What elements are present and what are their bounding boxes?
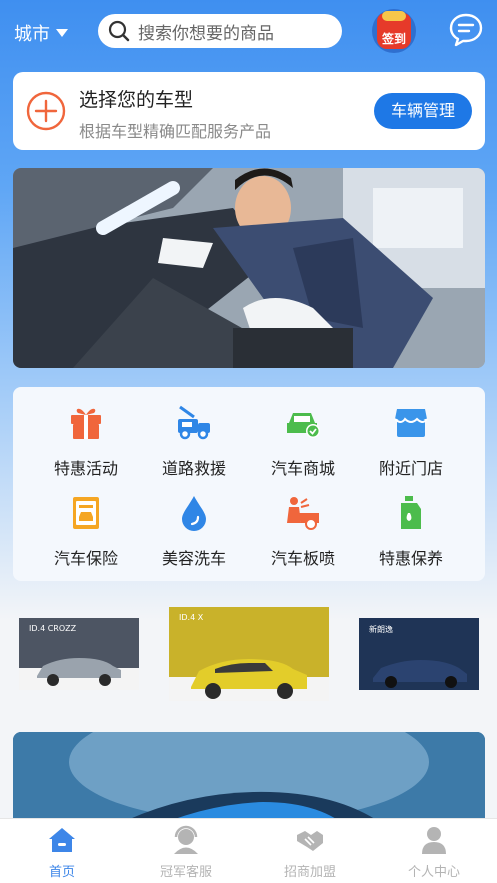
mechanic-photo: [13, 168, 485, 368]
car-mall-icon: [287, 413, 320, 438]
city-label: 城市: [14, 24, 50, 45]
car-thumb[interactable]: ID.4 X: [169, 607, 329, 701]
service-label: 特惠保养: [378, 549, 443, 568]
car-model-tag: ID.4 X: [179, 613, 204, 622]
service-label: 汽车保险: [53, 549, 118, 568]
car-thumb[interactable]: 新朗逸: [359, 618, 479, 690]
car-model-tag: ID.4 CROZZ: [29, 624, 77, 633]
sports-car-photo: [13, 732, 485, 832]
spray-paint-icon: [287, 497, 319, 530]
select-car-subtitle: 根据车型精确匹配服务产品: [79, 122, 272, 141]
top-header: 城市 搜索你想要的商品 签到: [0, 0, 497, 62]
tab-home[interactable]: 首页: [0, 819, 124, 883]
select-car-card[interactable]: 选择您的车型 根据车型精确匹配服务产品 车辆管理: [13, 72, 485, 150]
promo-banner-mechanic[interactable]: [13, 168, 485, 368]
tab-franchise[interactable]: 招商加盟: [248, 819, 372, 883]
water-drop-icon: [182, 496, 206, 531]
search-placeholder: 搜索你想要的商品: [138, 23, 274, 44]
select-car-title: 选择您的车型: [79, 89, 194, 111]
tab-label: 冠军客服: [159, 865, 212, 880]
search-icon: [108, 20, 130, 42]
service-label: 汽车板喷: [270, 549, 335, 568]
service-label: 汽车商城: [270, 459, 335, 478]
signin-label: 签到: [381, 32, 406, 46]
service-label: 特惠活动: [53, 459, 118, 478]
tow-truck-icon: [178, 405, 210, 440]
service-car-wash[interactable]: 美容洗车: [135, 477, 253, 568]
tab-profile[interactable]: 个人中心: [372, 819, 496, 883]
service-car-insurance[interactable]: 汽车保险: [27, 477, 145, 568]
service-label: 美容洗车: [161, 549, 226, 568]
insurance-doc-icon: [73, 497, 99, 529]
signin-button[interactable]: 签到: [372, 9, 416, 53]
tab-label: 首页: [48, 865, 75, 880]
service-label: 道路救援: [161, 459, 226, 478]
bottom-tab-bar: 首页 冠军客服 招商加盟 个人中心: [0, 818, 497, 883]
store-icon: [394, 409, 428, 437]
search-input[interactable]: 搜索你想要的商品: [98, 14, 342, 48]
caret-down-icon: [56, 29, 68, 37]
promo-banner-sports-car[interactable]: [13, 732, 485, 832]
service-road-rescue[interactable]: 道路救援: [135, 387, 253, 478]
car-carousel: ID.4 CROZZ ID.4 X 新朗逸: [0, 600, 497, 710]
handshake-icon: [297, 831, 323, 851]
tab-label: 招商加盟: [283, 865, 336, 880]
city-selector[interactable]: 城市: [14, 20, 68, 46]
gift-icon: [71, 408, 101, 439]
service-car-mall[interactable]: 汽车商城: [244, 387, 362, 478]
service-label: 附近门店: [378, 459, 443, 478]
user-icon: [422, 827, 446, 854]
home-icon: [49, 828, 75, 852]
service-maintenance[interactable]: 特惠保养: [352, 477, 470, 568]
customer-service-icon: [174, 825, 198, 854]
service-grid: 特惠活动 道路救援 汽车商城 附近门店 汽车保险 美容洗车 汽车板喷 特惠保养: [13, 387, 485, 581]
service-paint-spray[interactable]: 汽车板喷: [244, 477, 362, 568]
service-nearby-store[interactable]: 附近门店: [352, 387, 470, 478]
vehicle-management-button[interactable]: 车辆管理: [374, 93, 472, 129]
service-special-offer[interactable]: 特惠活动: [27, 387, 145, 478]
add-circle-icon: [26, 91, 66, 131]
message-icon[interactable]: [448, 12, 484, 48]
tab-customer-service[interactable]: 冠军客服: [124, 819, 248, 883]
car-thumb[interactable]: ID.4 CROZZ: [19, 618, 139, 690]
car-model-tag: 新朗逸: [369, 625, 393, 634]
oil-can-icon: [401, 496, 421, 529]
tab-label: 个人中心: [407, 865, 460, 880]
envelope-top: [382, 11, 406, 21]
